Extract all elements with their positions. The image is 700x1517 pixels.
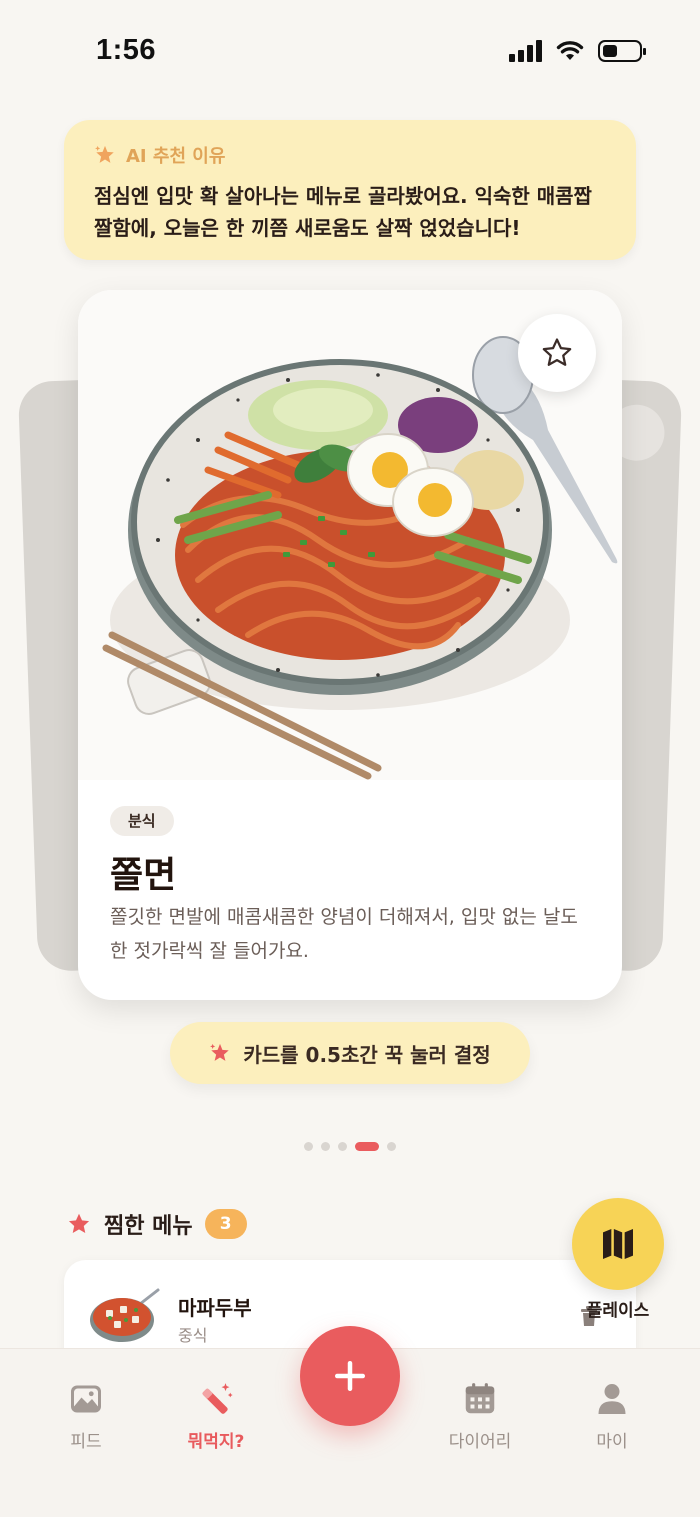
page-dot[interactable] [387,1142,396,1151]
places-label: 플레이스 [586,1301,650,1321]
favorite-item-category: 중식 [178,1326,208,1345]
ai-reason-text: 점심엔 입맛 확 살아나는 메뉴로 골라봤어요. 익숙한 매콤짭짤함에, 오늘은… [94,184,592,240]
nav-what-to-eat-label: 뭐먹지? [187,1432,245,1452]
plus-icon [335,1361,365,1391]
ai-reason-label: AI 추천 이유 [126,146,226,167]
favorites-header: 찜한 메뉴 3 [66,1208,247,1240]
add-button[interactable] [300,1326,400,1426]
status-bar: 1:56 [0,0,700,100]
star-filled-icon [68,1213,90,1233]
star-outline-icon [542,338,572,366]
menu-description: 쫄깃한 면발에 매콤새콤한 양념이 더해져서, 입맛 없는 날도 한 젓가락씩 … [110,906,578,962]
favorite-item-name: 마파두부 [178,1296,252,1320]
magic-wand-icon [202,1383,233,1414]
calendar-icon [465,1383,495,1414]
nav-what-to-eat[interactable]: 뭐먹지? [156,1379,276,1452]
nav-diary-label: 다이어리 [448,1432,512,1452]
sparkle-star-icon [95,145,114,163]
favorites-count-badge: 3 [204,1209,247,1239]
long-press-hint: 카드를 0.5초간 꾹 눌러 결정 [170,1022,530,1084]
nav-my[interactable]: 마이 [552,1379,672,1452]
long-press-hint-text: 카드를 0.5초간 꾹 눌러 결정 [243,1042,491,1067]
menu-card[interactable]: 분식 쫄면 쫄깃한 면발에 매콤새콤한 양념이 더해져서, 입맛 없는 날도 한… [78,290,622,1000]
image-icon [71,1385,101,1413]
page-dot[interactable] [321,1142,330,1151]
cellular-signal-icon [509,40,542,62]
status-time: 1:56 [96,34,157,66]
page-dot[interactable] [304,1142,313,1151]
ai-reason-header: AI 추천 이유 [94,142,606,168]
favorite-button[interactable] [518,314,596,392]
status-icons [509,40,646,62]
favorites-title: 찜한 메뉴 [104,1214,193,1239]
person-icon [598,1384,626,1414]
sparkle-star-icon [210,1043,230,1061]
nav-my-label: 마이 [596,1432,628,1452]
nav-feed[interactable]: 피드 [26,1379,146,1452]
dish-thumbnail [90,1288,160,1342]
wifi-icon [556,41,584,60]
ai-reason-box: AI 추천 이유 점심엔 입맛 확 살아나는 메뉴로 골라봤어요. 익숙한 매콤… [64,120,636,260]
category-badge: 분식 [110,806,174,836]
map-icon [603,1229,633,1259]
battery-icon [598,40,646,62]
pagination-dots [0,1142,700,1151]
nav-feed-label: 피드 [70,1432,102,1452]
nav-diary[interactable]: 다이어리 [420,1379,540,1452]
page-dot[interactable] [338,1142,347,1151]
menu-name: 쫄면 [110,855,177,896]
page-dot-active[interactable] [355,1142,379,1151]
places-button[interactable] [572,1198,664,1290]
